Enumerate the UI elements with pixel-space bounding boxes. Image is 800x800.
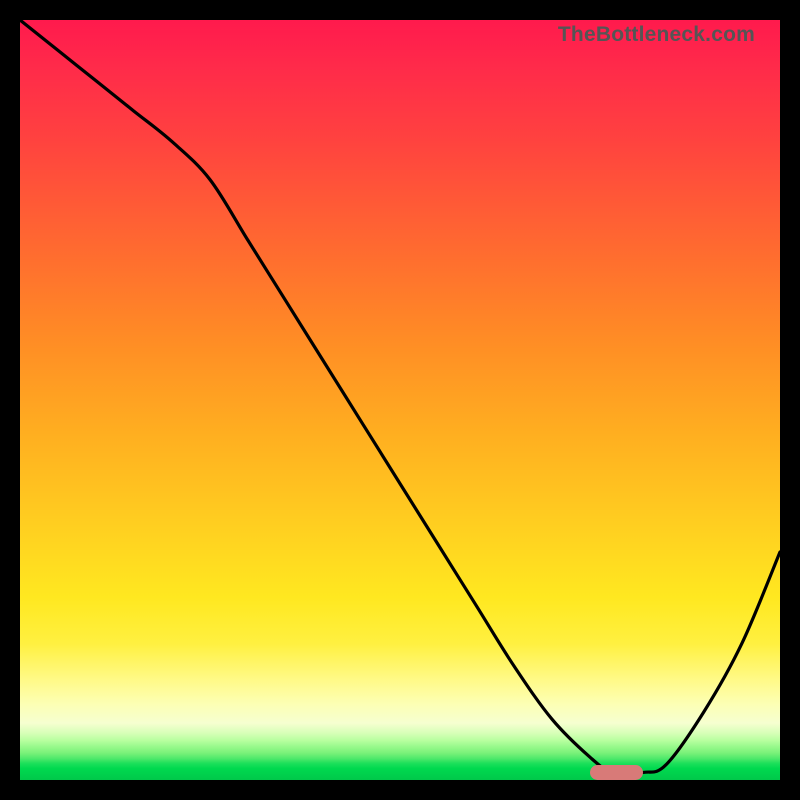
bottleneck-curve — [20, 20, 780, 780]
optimal-range-highlight — [590, 765, 643, 780]
curve-path — [20, 20, 780, 774]
plot-area: TheBottleneck.com — [20, 20, 780, 780]
chart-frame: TheBottleneck.com — [0, 0, 800, 800]
